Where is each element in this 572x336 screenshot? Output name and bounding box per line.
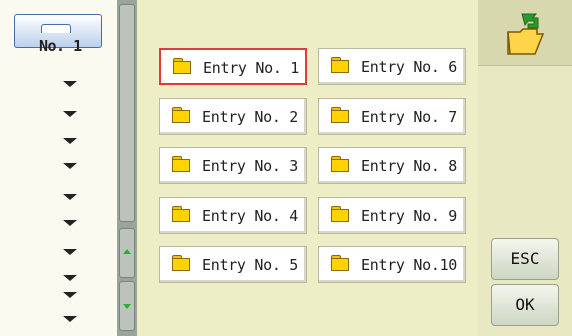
- right-panel: ESC OK: [478, 0, 572, 336]
- scroll-thumb[interactable]: [119, 4, 135, 222]
- entry-button[interactable]: Entry No. 2: [159, 98, 307, 135]
- down-arrow-icon: [63, 275, 77, 281]
- down-arrow-icon: [63, 194, 77, 200]
- folder-icon: [172, 107, 190, 123]
- down-arrow-icon: [63, 111, 77, 117]
- entry-label: Entry No. 2: [202, 108, 299, 126]
- folder-icon: [331, 107, 349, 123]
- folder-icon: [331, 156, 349, 172]
- entry-label: Entry No. 6: [361, 58, 458, 76]
- down-arrow-icon: [63, 220, 77, 226]
- folder-icon: [172, 206, 190, 222]
- down-arrow-icon: [63, 81, 77, 87]
- down-arrow-icon: [63, 138, 77, 144]
- down-arrow-icon: [63, 249, 77, 255]
- down-arrow-icon: [63, 163, 77, 169]
- down-arrow-icon: [63, 316, 77, 322]
- down-arrow-icon: [123, 304, 131, 309]
- folder-icon: [172, 255, 190, 271]
- entry-grid: Entry No. 1 Entry No. 2 Entry No. 3 Entry N…: [137, 0, 478, 336]
- entry-button[interactable]: Entry No. 8: [318, 147, 466, 184]
- folder-icon: [172, 156, 190, 172]
- open-folder-up-icon: [507, 13, 545, 55]
- down-arrow-icon: [63, 292, 77, 298]
- entry-button[interactable]: Entry No. 6: [318, 48, 466, 85]
- entry-label: Entry No. 7: [361, 108, 458, 126]
- esc-button[interactable]: ESC: [491, 238, 559, 280]
- entry-label: Entry No. 5: [202, 256, 299, 274]
- folder-icon: [331, 206, 349, 222]
- folder-tab-label: No. 1: [39, 37, 82, 55]
- entry-button[interactable]: Entry No. 5: [159, 246, 307, 283]
- folder-icon: [41, 24, 71, 33]
- scroll-up-button[interactable]: [119, 228, 135, 278]
- entry-label: Entry No. 3: [202, 157, 299, 175]
- entry-label: Entry No. 8: [361, 157, 458, 175]
- entry-label: Entry No.10: [361, 256, 458, 274]
- folder-icon: [331, 57, 349, 73]
- folder-icon: [173, 58, 191, 74]
- entry-button[interactable]: Entry No. 1: [159, 48, 307, 85]
- entry-label: Entry No. 4: [202, 207, 299, 225]
- up-arrow-icon: [123, 249, 131, 254]
- folder-up-button[interactable]: [478, 0, 572, 66]
- entry-label: Entry No. 1: [203, 59, 300, 77]
- entry-button[interactable]: Entry No. 9: [318, 197, 466, 234]
- entry-button[interactable]: Entry No. 7: [318, 98, 466, 135]
- folder-tab[interactable]: No. 1: [14, 14, 102, 55]
- scroll-down-button[interactable]: [119, 281, 135, 331]
- entry-button[interactable]: Entry No.10: [318, 246, 466, 283]
- folder-icon: [331, 255, 349, 271]
- app-window: No. 1 Entry No. 1 Entry No. 2 Entry No. 3E…: [0, 0, 572, 336]
- entry-label: Entry No. 9: [361, 207, 458, 225]
- entry-button[interactable]: Entry No. 3: [159, 147, 307, 184]
- scrollbar[interactable]: [117, 0, 137, 336]
- ok-button[interactable]: OK: [491, 284, 559, 326]
- folder-list-panel: No. 1: [0, 0, 117, 336]
- entry-button[interactable]: Entry No. 4: [159, 197, 307, 234]
